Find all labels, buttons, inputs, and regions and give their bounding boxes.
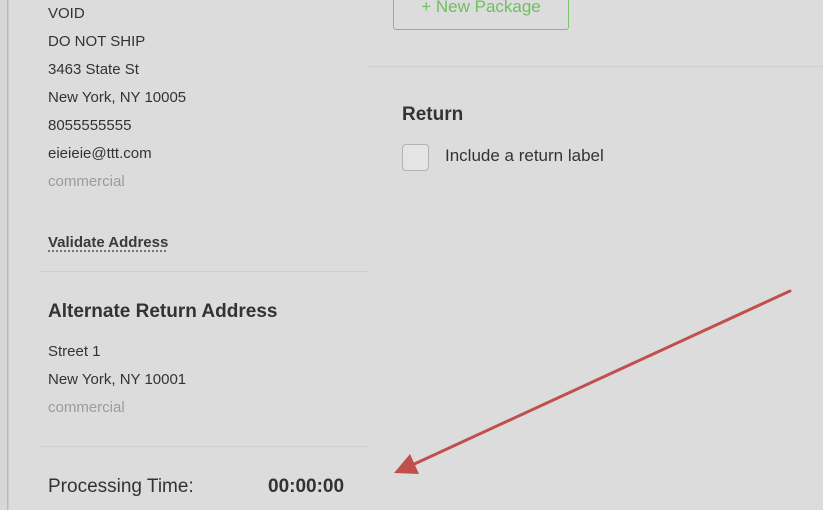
divider bbox=[368, 66, 823, 67]
window-edge bbox=[0, 0, 8, 510]
divider bbox=[40, 446, 368, 447]
validate-address-link[interactable]: Validate Address bbox=[48, 234, 168, 251]
processing-time: Processing Time: 00:00:00 bbox=[48, 476, 350, 498]
address-line: New York, NY 10001 bbox=[48, 371, 187, 388]
include-return-label-text[interactable]: Include a return label bbox=[445, 146, 604, 166]
divider bbox=[40, 271, 368, 272]
new-package-button[interactable]: + New Package bbox=[393, 0, 569, 30]
address-type: commercial bbox=[48, 399, 125, 416]
address-line: New York, NY 10005 bbox=[48, 89, 187, 106]
address-line: Street 1 bbox=[48, 343, 101, 360]
ship-to-address: VOID DO NOT SHIP 3463 State St New York,… bbox=[48, 0, 186, 196]
processing-time-label: Processing Time: bbox=[48, 476, 194, 497]
return-section-title: Return bbox=[402, 104, 464, 125]
address-phone: 8055555555 bbox=[48, 117, 132, 134]
processing-time-value: 00:00:00 bbox=[268, 476, 345, 497]
address-type: commercial bbox=[48, 173, 125, 190]
address-line: DO NOT SHIP bbox=[48, 33, 146, 50]
address-email: eieieie@ttt.com bbox=[48, 145, 152, 162]
address-line: VOID bbox=[48, 5, 85, 22]
include-return-label-checkbox[interactable] bbox=[402, 144, 429, 171]
alternate-return-address-title: Alternate Return Address bbox=[48, 301, 278, 322]
alternate-return-address: Street 1 New York, NY 10001 commercial bbox=[48, 338, 186, 422]
address-line: 3463 State St bbox=[48, 61, 139, 78]
